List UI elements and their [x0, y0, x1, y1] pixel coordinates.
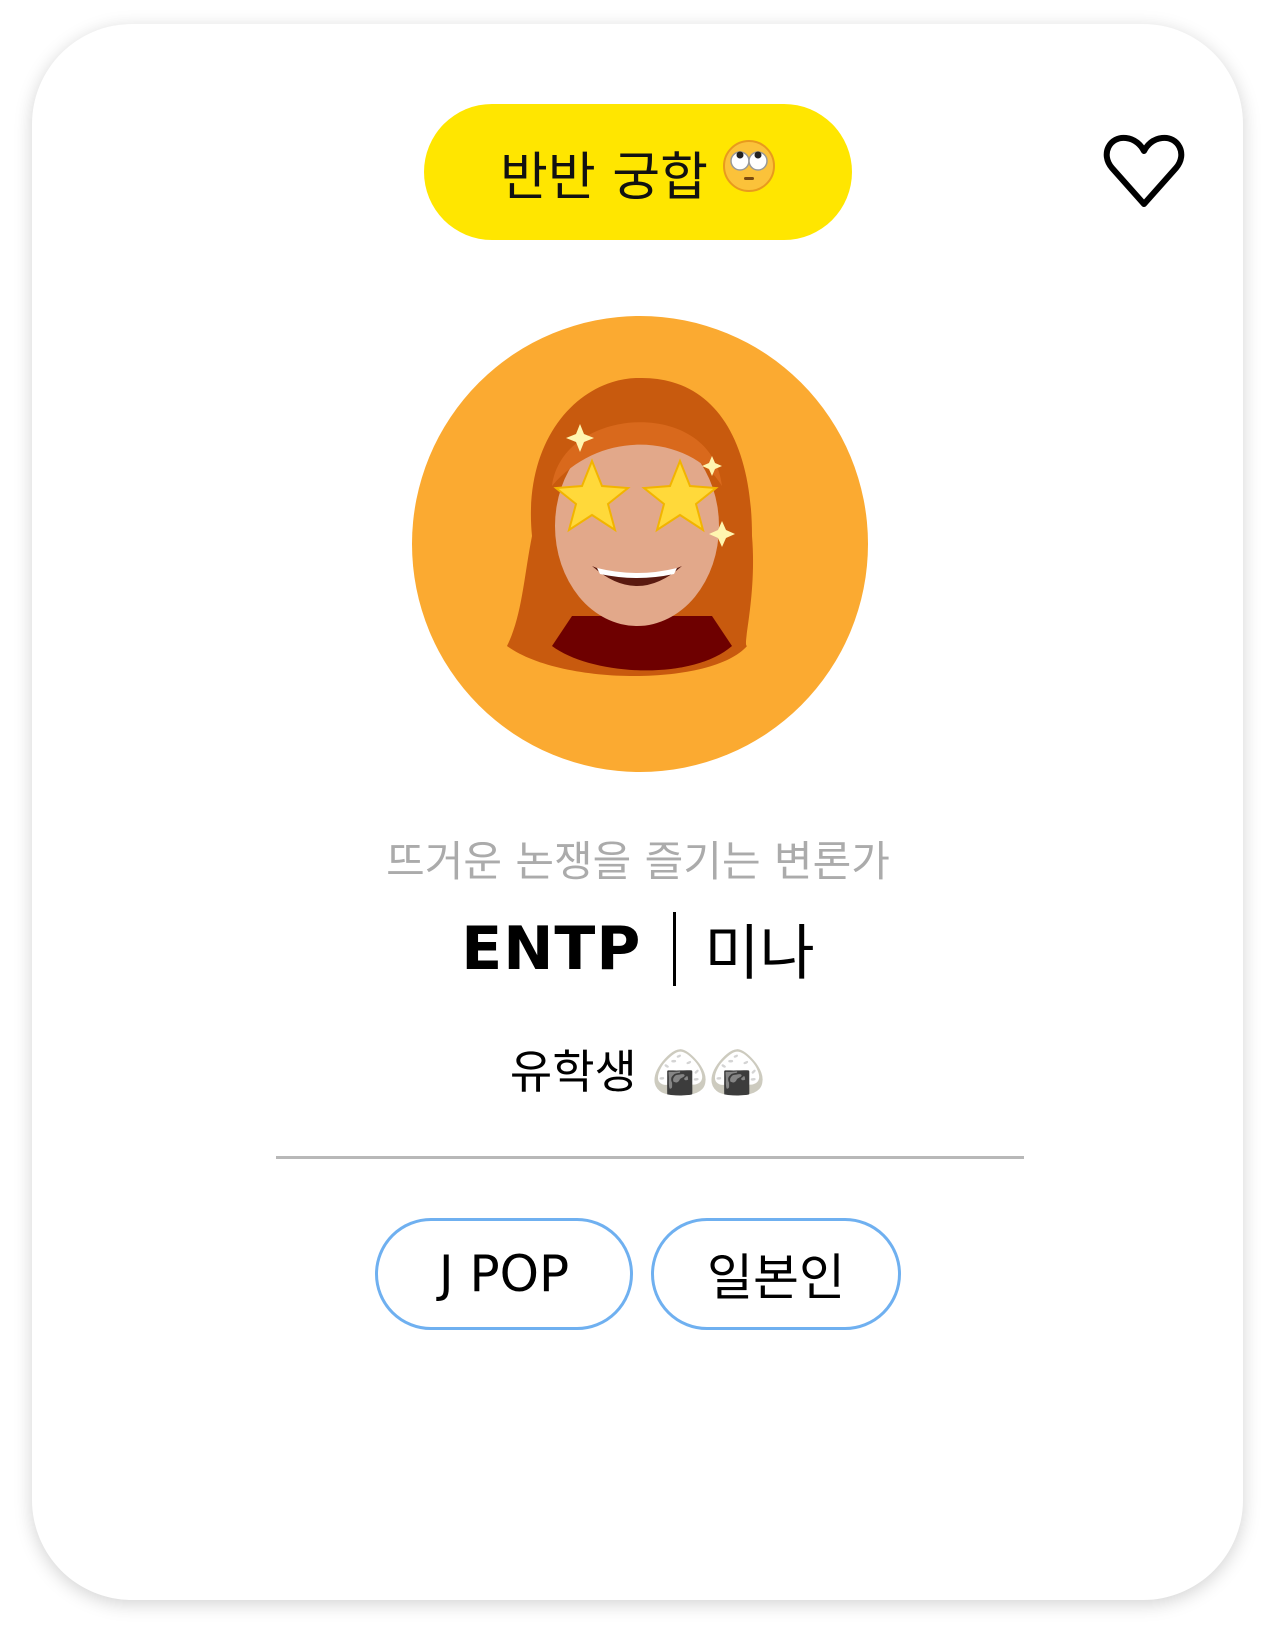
tag-japanese[interactable]: 일본인 — [651, 1218, 901, 1330]
divider — [276, 1156, 1024, 1159]
status-text: 유학생 — [509, 1045, 637, 1099]
personality-subtitle: 뜨거운 논쟁을 즐기는 변론가 — [386, 837, 890, 886]
memoji-avatar-icon — [507, 377, 754, 676]
status-line: 유학생 🍙🍙 — [0, 1036, 1276, 1102]
interest-tags: J POP 일본인 — [0, 1218, 1276, 1330]
compatibility-label: 반반 궁합 — [500, 147, 708, 208]
mbti-type: ENTP — [461, 913, 642, 984]
favorite-heart-icon[interactable] — [1102, 132, 1186, 210]
avatar — [412, 316, 868, 772]
tag-jpop[interactable]: J POP — [375, 1218, 633, 1330]
name-separator — [673, 911, 677, 986]
compatibility-badge[interactable]: 반반 궁합 — [424, 104, 852, 240]
rice-ball-emoji-icon: 🍙🍙 — [651, 1045, 767, 1099]
eye-roll-emoji-icon — [722, 139, 776, 206]
profile-card — [32, 24, 1243, 1600]
name-row: ENTP 미나 — [0, 905, 1276, 992]
user-name: 미나 — [704, 919, 815, 989]
